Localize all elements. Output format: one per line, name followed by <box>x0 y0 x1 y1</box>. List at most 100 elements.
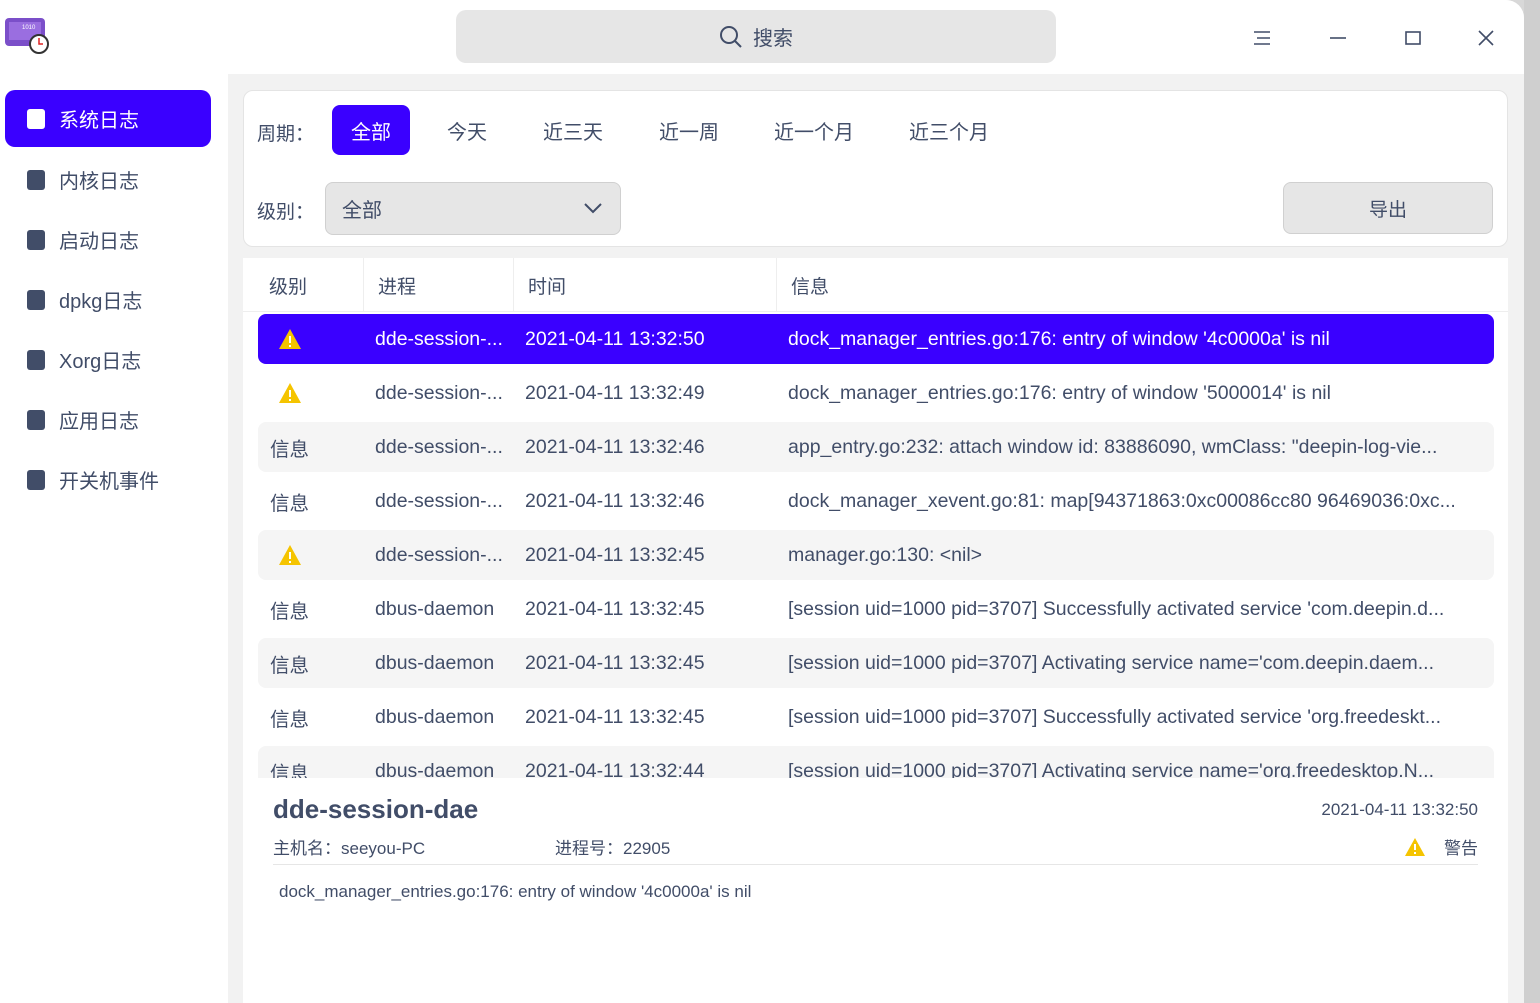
maximize-icon <box>1405 31 1421 45</box>
level-select[interactable]: 全部 <box>325 182 621 235</box>
table-row[interactable]: 信息 dbus-daemon 2021-04-11 13:32:45 [session… <box>258 584 1494 634</box>
level-label: 级别： <box>257 202 315 223</box>
level-cell: 信息 <box>270 438 310 461</box>
level-cell: 信息 <box>270 762 310 779</box>
table-row[interactable]: dde-session-... 2021-04-11 13:32:45 manage… <box>258 530 1494 580</box>
time-cell: 2021-04-11 13:32:45 <box>525 597 705 620</box>
info-cell: manager.go:130: <nil> <box>788 543 983 566</box>
level-cell: 信息 <box>270 492 310 515</box>
level-cell: 信息 <box>270 708 310 731</box>
sidebar-item-label: Xorg日志 <box>59 351 142 373</box>
maximize-button[interactable] <box>1395 20 1431 56</box>
info-cell: [session uid=1000 pid=3707] Activating s… <box>788 651 1435 674</box>
warning-icon <box>278 368 302 418</box>
chevron-down-icon <box>584 203 602 214</box>
minimize-button[interactable] <box>1320 20 1356 56</box>
app-window: 1010 搜索 系统日志 内核日志 启动日志 dpkg日志 Xorg日志 应用日… <box>0 0 1524 1003</box>
menu-button[interactable] <box>1244 20 1280 56</box>
pid-label: 进程号： <box>555 839 623 858</box>
host-value: seeyou-PC <box>341 839 426 858</box>
table-row[interactable]: 信息 dde-session-... 2021-04-11 13:32:46 app_… <box>258 422 1494 472</box>
detail-level: 警告 <box>1404 834 1478 859</box>
table-row[interactable]: 信息 dbus-daemon 2021-04-11 13:32:45 [session… <box>258 638 1494 688</box>
process-cell: dde-session-... <box>375 381 503 404</box>
time-cell: 2021-04-11 13:32:49 <box>525 381 705 404</box>
sidebar-item-power-events[interactable]: 开关机事件 <box>5 451 211 508</box>
app-logo-icon: 1010 <box>4 16 50 54</box>
sidebar-item-label: 启动日志 <box>59 231 139 253</box>
column-header-info[interactable]: 信息 <box>776 258 829 312</box>
column-header-time[interactable]: 时间 <box>513 258 566 312</box>
info-cell: dock_manager_entries.go:176: entry of wi… <box>788 327 1330 350</box>
process-cell: dbus-daemon <box>375 597 495 620</box>
clipboard-icon <box>27 108 45 129</box>
app-log-icon <box>27 409 45 430</box>
info-cell: app_entry.go:232: attach window id: 8388… <box>788 435 1438 458</box>
sidebar-item-xorg-log[interactable]: Xorg日志 <box>5 331 211 388</box>
info-cell: [session uid=1000 pid=3707] Activating s… <box>788 759 1434 779</box>
period-3-days[interactable]: 近三天 <box>524 105 622 155</box>
sidebar-item-kernel-log[interactable]: 内核日志 <box>5 151 211 208</box>
detail-pid: 进程号：22905 <box>555 834 670 859</box>
detail-time: 2021-04-11 13:32:50 <box>1321 800 1478 819</box>
host-label: 主机名： <box>273 839 341 858</box>
export-button[interactable]: 导出 <box>1283 182 1493 234</box>
time-cell: 2021-04-11 13:32:44 <box>525 759 705 779</box>
table-row[interactable]: 信息 dde-session-... 2021-04-11 13:32:46 dock… <box>258 476 1494 526</box>
process-cell: dbus-daemon <box>375 705 495 728</box>
table-row[interactable]: dde-session-... 2021-04-11 13:32:50 dock_m… <box>258 314 1494 364</box>
time-cell: 2021-04-11 13:32:45 <box>525 543 705 566</box>
sidebar: 系统日志 内核日志 启动日志 dpkg日志 Xorg日志 应用日志 开关机事件 <box>0 74 228 1003</box>
info-cell: dock_manager_entries.go:176: entry of wi… <box>788 381 1331 404</box>
detail-panel: dde-session-dae 2021-04-11 13:32:50 主机名：… <box>243 778 1508 1003</box>
sidebar-item-app-log[interactable]: 应用日志 <box>5 391 211 448</box>
sidebar-item-dpkg-log[interactable]: dpkg日志 <box>5 271 211 328</box>
detail-host: 主机名：seeyou-PC <box>273 834 425 859</box>
menu-icon <box>1254 31 1270 45</box>
process-cell: dbus-daemon <box>375 759 495 779</box>
period-label: 周期： <box>257 124 315 145</box>
boot-log-icon <box>27 229 45 250</box>
process-cell: dde-session-... <box>375 489 503 512</box>
time-cell: 2021-04-11 13:32:45 <box>525 705 705 728</box>
divider <box>273 864 1478 865</box>
power-event-icon <box>27 469 45 490</box>
sidebar-item-boot-log[interactable]: 启动日志 <box>5 211 211 268</box>
sidebar-item-system-log[interactable]: 系统日志 <box>5 90 211 147</box>
table-row[interactable]: 信息 dbus-daemon 2021-04-11 13:32:44 [session… <box>258 746 1494 778</box>
level-select-value: 全部 <box>342 200 382 222</box>
time-cell: 2021-04-11 13:32:45 <box>525 651 705 674</box>
process-cell: dde-session-... <box>375 435 503 458</box>
time-cell: 2021-04-11 13:32:50 <box>525 327 705 350</box>
column-header-level[interactable]: 级别 <box>255 258 307 312</box>
sidebar-item-label: 开关机事件 <box>59 471 159 493</box>
search-placeholder: 搜索 <box>753 28 793 50</box>
sidebar-item-label: 内核日志 <box>59 171 139 193</box>
period-week[interactable]: 近一周 <box>640 105 738 155</box>
xorg-log-icon <box>27 349 45 370</box>
titlebar: 1010 搜索 <box>0 0 1524 74</box>
kernel-log-icon <box>27 169 45 190</box>
table-row[interactable]: dde-session-... 2021-04-11 13:32:49 dock_m… <box>258 368 1494 418</box>
sidebar-item-label: dpkg日志 <box>59 291 143 313</box>
search-input[interactable]: 搜索 <box>456 10 1056 63</box>
period-all[interactable]: 全部 <box>332 105 410 155</box>
search-icon <box>720 25 742 48</box>
close-button[interactable] <box>1468 20 1504 56</box>
process-cell: dde-session-... <box>375 327 503 350</box>
period-3-months[interactable]: 近三个月 <box>890 105 1008 155</box>
column-header-process[interactable]: 进程 <box>363 258 416 312</box>
time-cell: 2021-04-11 13:32:46 <box>525 435 705 458</box>
process-cell: dbus-daemon <box>375 651 495 674</box>
sidebar-item-label: 应用日志 <box>59 411 139 433</box>
table-row[interactable]: 信息 dbus-daemon 2021-04-11 13:32:45 [session… <box>258 692 1494 742</box>
table-header: 级别 进程 时间 信息 <box>243 258 1508 312</box>
period-month[interactable]: 近一个月 <box>755 105 873 155</box>
log-table: 级别 进程 时间 信息 dde-session-... 2021-04-11 13… <box>243 258 1508 778</box>
pid-value: 22905 <box>623 839 671 858</box>
sidebar-item-label: 系统日志 <box>59 110 139 132</box>
period-today[interactable]: 今天 <box>428 105 506 155</box>
filter-panel: 周期： 全部 今天 近三天 近一周 近一个月 近三个月 级别： 全部 导出 <box>243 90 1508 247</box>
background-window <box>1524 0 1540 1003</box>
level-cell: 信息 <box>270 600 310 623</box>
